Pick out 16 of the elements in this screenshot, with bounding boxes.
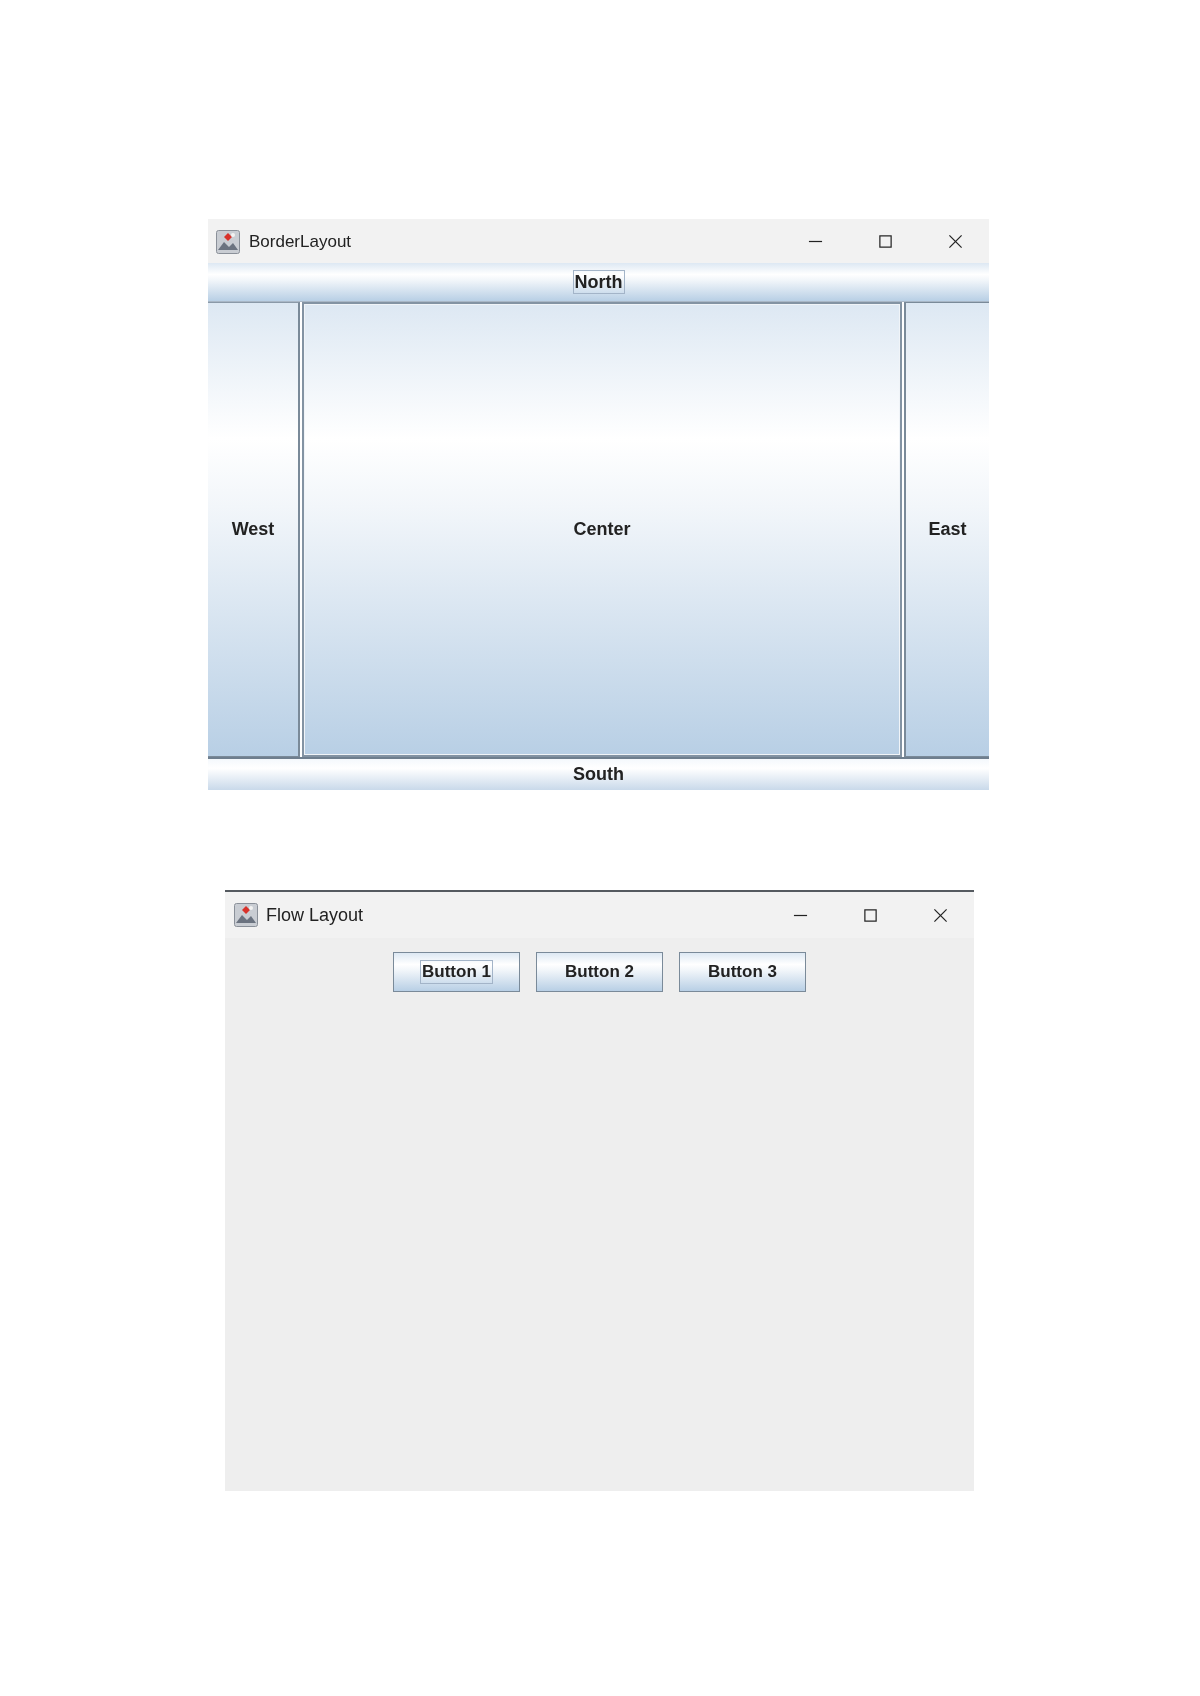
west-button[interactable]: West xyxy=(208,302,300,757)
south-button[interactable]: South xyxy=(208,757,989,790)
push-button[interactable]: Button 1 xyxy=(393,952,520,992)
push-button[interactable]: Button 3 xyxy=(679,952,806,992)
push-button[interactable]: Button 2 xyxy=(536,952,663,992)
maximize-icon[interactable] xyxy=(878,234,893,249)
maximize-icon[interactable] xyxy=(863,907,878,923)
window-title: BorderLayout xyxy=(249,231,352,252)
center-button[interactable]: Center xyxy=(302,302,902,757)
close-icon[interactable] xyxy=(933,907,948,923)
image-icon xyxy=(234,903,258,927)
image-icon xyxy=(216,229,240,254)
window-title: Flow Layout xyxy=(266,904,364,926)
north-button[interactable]: North xyxy=(208,263,989,302)
close-icon[interactable] xyxy=(948,234,963,249)
east-button[interactable]: East xyxy=(904,302,989,757)
